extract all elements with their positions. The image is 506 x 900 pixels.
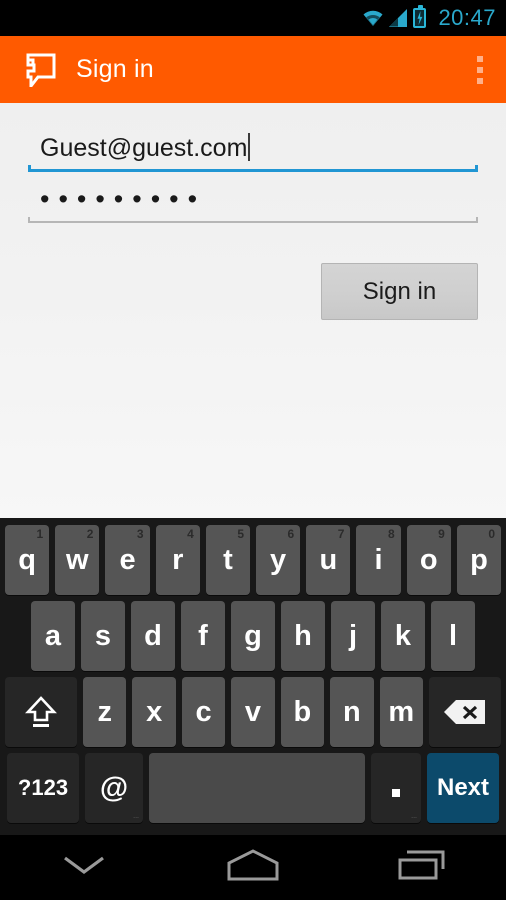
key-j[interactable]: j [331, 601, 375, 671]
key-h[interactable]: h [281, 601, 325, 671]
key-u[interactable]: 7u [306, 525, 351, 595]
key-s[interactable]: s [81, 601, 125, 671]
key-o[interactable]: 9o [406, 525, 451, 595]
sign-in-button[interactable]: Sign in [321, 263, 478, 320]
key-l[interactable]: l [431, 601, 475, 671]
key-a[interactable]: a [31, 601, 75, 671]
key-q[interactable]: 1q [5, 525, 50, 595]
email-field-value: Guest@guest.com [28, 127, 478, 169]
at-key-sublabel: ... [133, 813, 139, 820]
keyboard-row-2: a s d f g h j k l [0, 601, 506, 671]
key-n[interactable]: n [330, 677, 374, 747]
battery-charging-icon [413, 5, 427, 28]
wifi-icon [362, 9, 384, 27]
next-action-key[interactable]: Next [427, 753, 499, 823]
shift-icon [21, 692, 61, 732]
key-f[interactable]: f [181, 601, 225, 671]
key-z[interactable]: z [83, 677, 127, 747]
backspace-key[interactable] [428, 677, 501, 747]
key-k[interactable]: k [381, 601, 425, 671]
nav-home-button[interactable] [169, 835, 338, 900]
soft-keyboard: 1q 2w 3e 4r 5t 6y 7u 8i 9o 0p a s d f g … [0, 518, 506, 835]
keyboard-row-3: z x c v b n m [0, 677, 506, 747]
keyboard-row-4: ?123 @ ... ... Next [0, 753, 506, 823]
sign-in-form: Guest@guest.com ••••••••• Sign in [0, 103, 506, 518]
recent-apps-icon [397, 849, 447, 886]
navigation-bar [0, 835, 506, 900]
page-title: Sign in [76, 55, 154, 83]
key-i[interactable]: 8i [356, 525, 401, 595]
shift-key[interactable] [5, 677, 77, 747]
keyboard-row-1: 1q 2w 3e 4r 5t 6y 7u 8i 9o 0p [0, 525, 506, 595]
key-x[interactable]: x [132, 677, 176, 747]
key-g[interactable]: g [231, 601, 275, 671]
key-t[interactable]: 5t [205, 525, 251, 595]
email-field-underline [28, 165, 478, 172]
period-key[interactable]: ... [371, 753, 421, 823]
key-m[interactable]: m [379, 677, 423, 747]
key-v[interactable]: v [231, 677, 275, 747]
text-caret [248, 133, 251, 161]
status-time: 20:47 [438, 5, 496, 30]
key-b[interactable]: b [280, 677, 325, 747]
status-bar: 20:47 [0, 0, 506, 36]
at-key[interactable]: @ ... [85, 753, 143, 823]
key-y[interactable]: 6y [256, 525, 301, 595]
password-field-underline [28, 217, 478, 223]
key-p[interactable]: 0p [456, 525, 502, 595]
email-field[interactable]: Guest@guest.com [28, 127, 478, 172]
space-key[interactable] [149, 753, 365, 823]
status-icons: 20:47 [362, 5, 496, 31]
key-c[interactable]: c [181, 677, 226, 747]
backspace-icon [443, 699, 487, 725]
period-glyph [392, 789, 400, 797]
symbols-key[interactable]: ?123 [7, 753, 79, 823]
speech-bubble-logo-icon[interactable] [22, 53, 56, 87]
action-bar: Sign in [0, 36, 506, 103]
period-key-sublabel: ... [411, 813, 417, 820]
android-screen: 20:47 Sign in Guest@guest.com ••••••••• … [0, 0, 506, 900]
nav-back-button[interactable] [0, 835, 169, 900]
overflow-menu-icon[interactable] [454, 36, 506, 103]
key-d[interactable]: d [131, 601, 175, 671]
key-w[interactable]: 2w [55, 525, 100, 595]
key-r[interactable]: 4r [155, 525, 200, 595]
password-field[interactable]: ••••••••• [28, 179, 478, 223]
nav-recents-button[interactable] [337, 835, 506, 900]
password-field-value: ••••••••• [40, 184, 207, 214]
home-icon [225, 849, 281, 886]
keyboard-dismiss-icon [62, 854, 106, 881]
key-e[interactable]: 3e [105, 525, 150, 595]
cellular-signal-icon [389, 9, 408, 27]
